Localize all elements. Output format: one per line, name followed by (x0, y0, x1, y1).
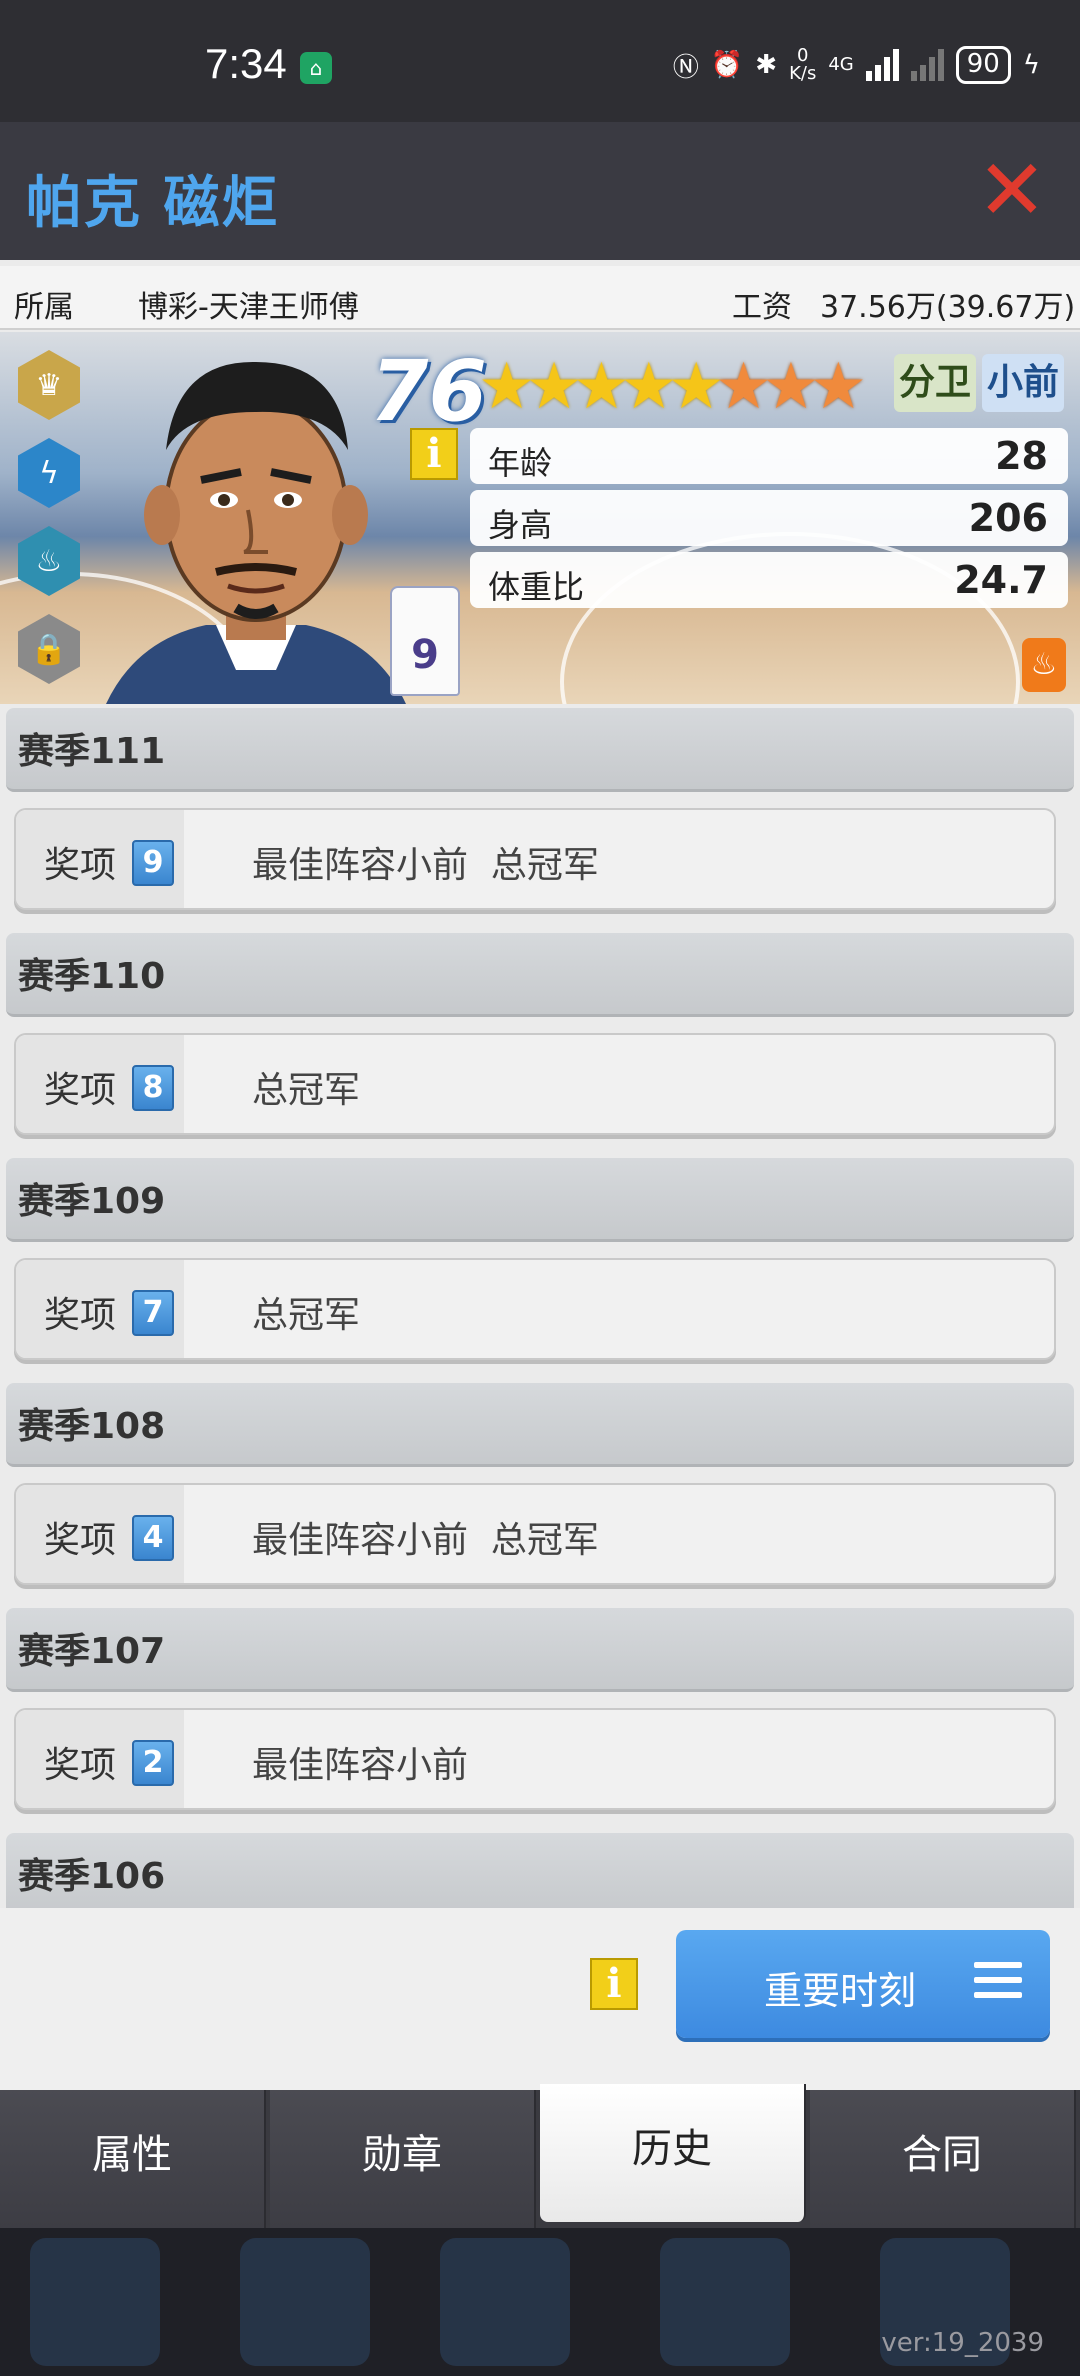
salary-value: 37.56万(39.67万) (820, 290, 1076, 325)
team-nav-icon (440, 2238, 570, 2366)
player-card: ♛ ϟ ♨ 🔒 9 76 ★★★★★★★★ 分卫 小前 i 年龄 28 身高 2… (0, 332, 1080, 704)
close-icon[interactable]: ✕ (974, 148, 1050, 232)
season-header: 赛季109 (6, 1158, 1074, 1242)
tab-attributes[interactable]: 属性 (0, 2090, 266, 2228)
star-rating: ★★★★★★★★ (478, 350, 867, 424)
menu-icon (974, 1962, 1022, 2006)
status-icons: Ⓝ ⏰ ✱ 0 K/s 4G 90 ϟ (673, 46, 1040, 84)
key-moments-button[interactable]: 重要时刻 (676, 1930, 1050, 2038)
season-header: 赛季107 (6, 1608, 1074, 1692)
jersey-icon: 9 (390, 586, 460, 696)
position-secondary-tag: 小前 (982, 354, 1064, 412)
award-names: 总冠军 (252, 1295, 361, 1336)
trophy-badge-icon[interactable]: ♛ (18, 350, 80, 420)
lightning-badge-icon[interactable]: ϟ (18, 438, 80, 508)
award-names: 最佳阵容小前 (252, 1745, 469, 1786)
team-value: 博彩-天津王师傅 (138, 290, 359, 325)
charging-icon: ϟ (1022, 50, 1040, 80)
stars-filled: ★★★★★ (478, 350, 725, 424)
overall-rating: 76 (370, 342, 487, 440)
salary-label: 工资 (732, 290, 792, 325)
signal-2-icon (910, 49, 944, 81)
shop-nav-icon (660, 2238, 790, 2366)
fire-icon[interactable]: ♨ (1022, 638, 1066, 692)
award-count-badge: 4 (132, 1515, 174, 1561)
stars-partial: ★★★ (714, 350, 867, 424)
action-bar: i 重要时刻 (0, 1908, 1080, 2090)
tab-badges[interactable]: 勋章 (270, 2090, 536, 2228)
stat-age: 年龄 28 (470, 428, 1068, 484)
award-count-badge: 2 (132, 1740, 174, 1786)
player-info-row: 所属 博彩-天津王师傅 工资 37.56万(39.67万) (0, 266, 1080, 330)
award-count-badge: 9 (132, 840, 174, 886)
net-speed: 0 K/s (789, 45, 817, 84)
version-label: ver:19_2039 (881, 2328, 1044, 2358)
tab-bar: 属性 勋章 历史 合同 (0, 2084, 1080, 2228)
award-names: 最佳阵容小前 总冠军 (252, 1520, 599, 1561)
award-row[interactable]: 奖项 4 最佳阵容小前 总冠军 (14, 1483, 1056, 1585)
award-row[interactable]: 奖项 2 最佳阵容小前 (14, 1708, 1056, 1810)
yen-nav-icon (240, 2238, 370, 2366)
info-icon[interactable]: i (410, 428, 458, 480)
bluetooth-icon: ✱ (755, 50, 778, 80)
tab-history[interactable]: 历史 (540, 2084, 806, 2222)
award-count-badge: 8 (132, 1065, 174, 1111)
screen: 7:34 ⌂ Ⓝ ⏰ ✱ 0 K/s 4G 90 ϟ 帕克 磁炬 ✕ 所属 博彩… (0, 0, 1080, 2376)
info-icon[interactable]: i (590, 1958, 638, 2010)
signal-icon (865, 49, 899, 81)
stat-weight-ratio: 体重比 24.7 (470, 552, 1068, 608)
network-type: 4G (828, 54, 854, 75)
award-names: 总冠军 (252, 1070, 361, 1111)
battery-icon: 90 (955, 46, 1011, 84)
season-header: 赛季106 (6, 1833, 1074, 1908)
stat-height: 身高 206 (470, 490, 1068, 546)
team-label: 所属 (14, 290, 74, 325)
title-bar: 帕克 磁炬 ✕ (0, 122, 1080, 260)
season-header: 赛季110 (6, 933, 1074, 1017)
tab-contract[interactable]: 合同 (810, 2090, 1076, 2228)
notification-icon: ⌂ (300, 52, 332, 84)
position-primary-tag: 分卫 (894, 354, 976, 412)
award-row[interactable]: 奖项 7 总冠军 (14, 1258, 1056, 1360)
player-panel: 所属 博彩-天津王师傅 工资 37.56万(39.67万) ♛ ϟ ♨ 🔒 9 … (0, 260, 1080, 2090)
award-row[interactable]: 奖项 8 总冠军 (14, 1033, 1056, 1135)
star-nav-icon (30, 2238, 160, 2366)
season-header: 赛季108 (6, 1383, 1074, 1467)
background-nav: ver:19_2039 (0, 2228, 1080, 2376)
nfc-icon: Ⓝ (672, 52, 699, 83)
player-name: 帕克 磁炬 (26, 171, 280, 236)
alarm-icon: ⏰ (710, 50, 744, 80)
season-header: 赛季111 (6, 708, 1074, 792)
award-row[interactable]: 奖项 9 最佳阵容小前 总冠军 (14, 808, 1056, 910)
status-time: 7:34 (205, 40, 287, 87)
award-count-badge: 7 (132, 1290, 174, 1336)
player-avatar (106, 361, 406, 704)
award-names: 最佳阵容小前 总冠军 (252, 845, 599, 886)
history-list[interactable]: 赛季111 奖项 9 最佳阵容小前 总冠军 赛季110 奖项 8 总冠军 赛季1… (0, 708, 1080, 1908)
status-bar: 7:34 ⌂ Ⓝ ⏰ ✱ 0 K/s 4G 90 ϟ (0, 0, 1080, 122)
